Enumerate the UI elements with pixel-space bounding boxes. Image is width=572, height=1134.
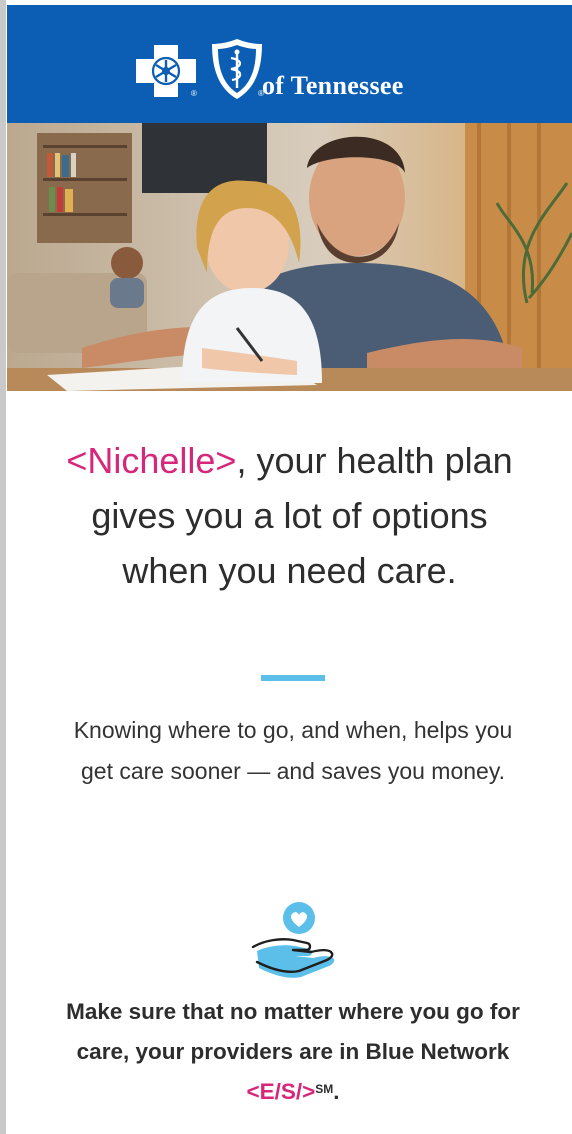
brand-name: of Tennessee: [262, 71, 404, 100]
network-name: <E/S/>: [246, 1079, 316, 1104]
blue-shield-logo-icon: [212, 39, 262, 99]
email-body: ® ® of Tennessee <Nichelle>, your health…: [7, 0, 572, 1134]
window-edge: [0, 0, 6, 1134]
period: .: [333, 1079, 340, 1104]
network-reminder: Make sure that no matter where you go fo…: [47, 992, 539, 1112]
hero-photo: [7, 123, 572, 391]
registered-mark: ®: [191, 89, 197, 98]
service-mark: SM: [315, 1082, 334, 1096]
heart-hand-icon: [251, 902, 335, 978]
network-reminder-text: Make sure that no matter where you go fo…: [66, 999, 520, 1064]
recipient-name: <Nichelle>: [66, 440, 237, 481]
intro-paragraph: Knowing where to go, and when, helps you…: [73, 717, 513, 784]
section-divider: [261, 675, 325, 681]
photo-father-daughter-drawing: [7, 123, 572, 391]
blue-cross-logo-icon: [136, 45, 196, 97]
brand-header: ® ® of Tennessee: [7, 5, 572, 123]
headline: <Nichelle>, your health plan gives you a…: [47, 433, 532, 598]
